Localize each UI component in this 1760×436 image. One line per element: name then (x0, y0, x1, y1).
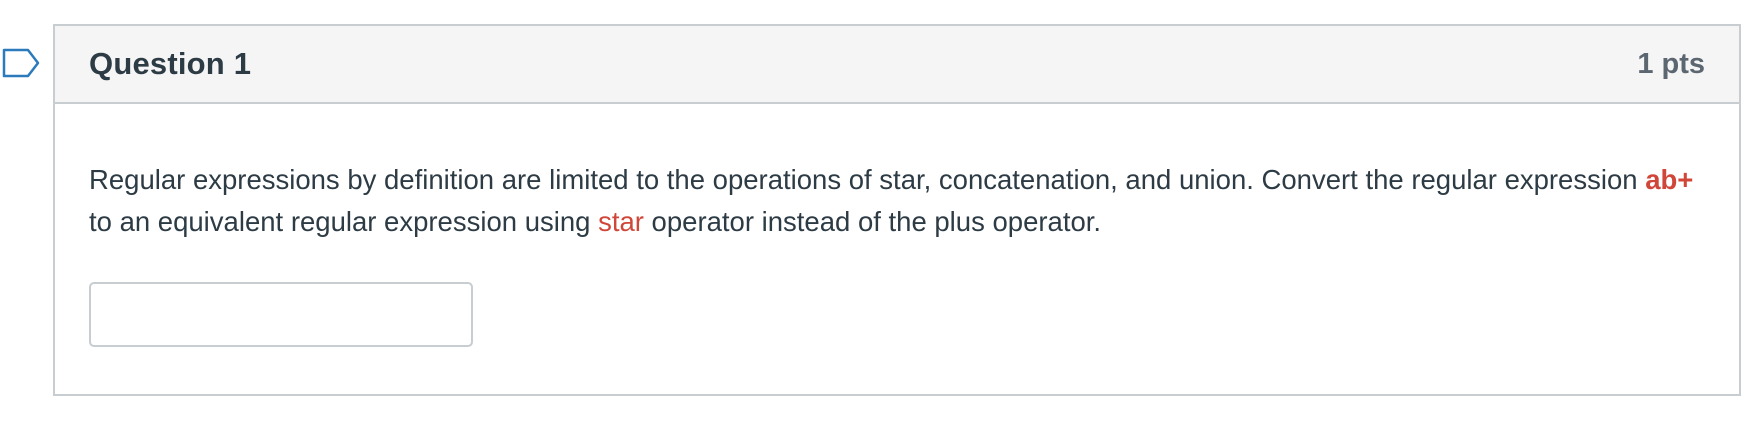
question-text-part1: Regular expressions by definition are li… (89, 164, 1646, 195)
question-card: Question 1 1 pts Regular expressions by … (53, 24, 1741, 396)
answer-input[interactable] (89, 282, 473, 347)
question-text: Regular expressions by definition are li… (89, 159, 1705, 243)
operator-keyword: star (598, 206, 644, 237)
flag-question-icon[interactable] (2, 48, 40, 78)
question-title: Question 1 (89, 46, 252, 81)
quiz-page: Question 1 1 pts Regular expressions by … (0, 0, 1760, 436)
regex-expression: ab+ (1645, 164, 1694, 195)
question-body: Regular expressions by definition are li… (55, 104, 1739, 347)
question-text-part3: operator instead of the plus operator. (643, 206, 1102, 237)
question-header: Question 1 1 pts (55, 26, 1739, 104)
question-points: 1 pts (1637, 48, 1705, 80)
question-text-part2: to an equivalent regular expression usin… (89, 206, 599, 237)
